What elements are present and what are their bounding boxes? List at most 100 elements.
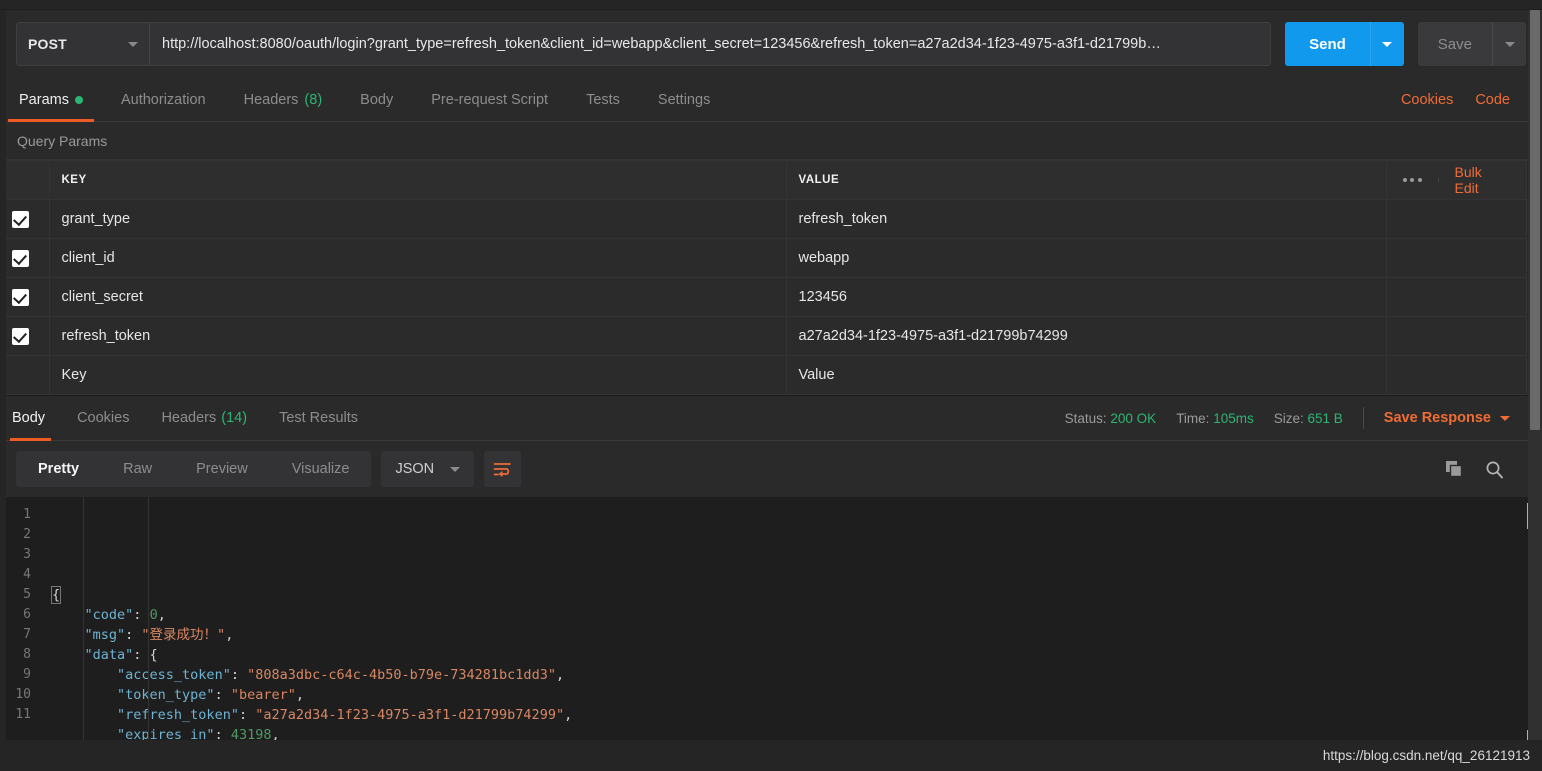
tab-body-label: Body	[360, 91, 394, 108]
checkbox-checked-icon[interactable]	[12, 288, 29, 306]
row-checkbox-cell[interactable]	[0, 277, 50, 317]
send-button-group: Send	[1285, 22, 1404, 66]
tab-authorization[interactable]: Authorization	[102, 78, 225, 122]
code-token: "bearer"	[230, 687, 296, 703]
code-link[interactable]: Code	[1475, 92, 1510, 108]
wrap-lines-button[interactable]	[484, 451, 522, 487]
checkbox-checked-icon[interactable]	[12, 249, 29, 267]
response-tab-test-results[interactable]: Test Results	[263, 395, 374, 441]
save-options-button[interactable]	[1492, 22, 1526, 66]
response-tab-body-label: Body	[12, 410, 46, 426]
params-modified-dot-icon	[74, 95, 83, 104]
table-header-row: KEY VALUE Bulk Edit	[0, 160, 1527, 200]
param-key[interactable]: client_secret	[49, 277, 787, 317]
status-value: 200 OK	[1110, 410, 1157, 426]
row-actions	[1386, 277, 1527, 317]
row-checkbox-cell[interactable]	[0, 238, 50, 278]
row-actions	[1386, 316, 1527, 356]
size-value: 651 B	[1307, 410, 1343, 426]
tab-headers[interactable]: Headers (8)	[225, 78, 342, 122]
window-scrollbar-thumb[interactable]	[1530, 10, 1540, 430]
view-mode-preview[interactable]: Preview	[174, 451, 270, 487]
cookies-link[interactable]: Cookies	[1401, 92, 1453, 108]
time-badge: Time: 105ms	[1176, 411, 1254, 426]
code-token: "access_token"	[117, 667, 231, 683]
checkbox-checked-icon[interactable]	[12, 327, 29, 345]
save-button[interactable]: Save	[1417, 22, 1492, 66]
send-button[interactable]: Send	[1285, 22, 1370, 66]
table-row: grant_type refresh_token	[0, 199, 1527, 239]
view-mode-pretty[interactable]: Pretty	[16, 451, 101, 487]
window-scrollbar[interactable]	[1528, 10, 1542, 740]
request-url-bar: POST http://localhost:8080/oauth/login?g…	[0, 10, 1542, 78]
row-checkbox-cell-empty[interactable]	[0, 355, 50, 395]
tab-params-label: Params	[19, 91, 69, 108]
editor-code-content[interactable]: { "code": 0, "msg": "登录成功！", "data": { "…	[40, 497, 1542, 750]
save-response-button[interactable]: Save Response	[1384, 410, 1532, 426]
view-mode-segmented-control: Pretty Raw Preview Visualize	[16, 451, 372, 487]
ellipsis-icon[interactable]	[1387, 178, 1439, 182]
search-icon[interactable]	[1485, 460, 1504, 479]
new-param-value-input[interactable]: Value	[786, 355, 1387, 395]
send-options-button[interactable]	[1369, 22, 1404, 66]
response-tab-headers[interactable]: Headers (14)	[145, 395, 263, 441]
new-param-key-input[interactable]: Key	[49, 355, 787, 395]
tab-params[interactable]: Params	[0, 78, 102, 122]
tab-body[interactable]: Body	[341, 78, 412, 122]
tab-authorization-label: Authorization	[120, 91, 206, 108]
checkbox-checked-icon[interactable]	[12, 210, 29, 228]
code-token: :	[230, 667, 248, 683]
param-key[interactable]: grant_type	[49, 199, 787, 239]
response-tab-headers-label: Headers	[161, 410, 217, 426]
request-tab-bar: Params Authorization Headers (8) Body Pr…	[0, 78, 1542, 122]
size-label: Size:	[1273, 410, 1304, 426]
code-token: "808a3dbc-c64c-4b50-b79e-734281bc1dd3"	[247, 667, 556, 683]
view-mode-visualize[interactable]: Visualize	[270, 451, 372, 487]
table-row: refresh_token a27a2d34-1f23-4975-a3f1-d2…	[0, 316, 1527, 356]
view-mode-raw[interactable]: Raw	[101, 451, 174, 487]
response-format-select[interactable]: JSON	[381, 451, 475, 487]
tab-pre-request-script[interactable]: Pre-request Script	[412, 78, 567, 122]
param-key[interactable]: refresh_token	[49, 316, 787, 356]
code-token: "token_type"	[117, 687, 215, 703]
param-value[interactable]: 123456	[786, 277, 1387, 317]
code-line: "code": 0,	[52, 605, 1542, 625]
param-value[interactable]: refresh_token	[786, 199, 1387, 239]
copy-icon[interactable]	[1445, 460, 1463, 478]
status-label: Status:	[1064, 410, 1107, 426]
code-line: {	[50, 585, 1542, 605]
code-token: ,	[564, 707, 573, 723]
wrap-text-icon	[493, 462, 512, 477]
param-value[interactable]: webapp	[786, 238, 1387, 278]
window-left-edge	[0, 10, 6, 740]
select-all-column[interactable]	[0, 160, 50, 200]
query-params-title: Query Params	[0, 122, 1542, 160]
row-actions	[1386, 199, 1527, 239]
response-tab-cookies[interactable]: Cookies	[61, 395, 145, 441]
code-token: {	[50, 586, 62, 604]
code-line: "token_type": "bearer",	[52, 685, 1542, 705]
tab-headers-label: Headers	[243, 91, 299, 108]
bulk-edit-button[interactable]: Bulk Edit	[1439, 164, 1510, 196]
row-checkbox-cell[interactable]	[0, 316, 50, 356]
response-body-editor[interactable]: 1 2 3 4 5 6 7 8 9 10 11 { "code": 0, "msg": "登录成功！…	[0, 497, 1542, 750]
tab-tests[interactable]: Tests	[567, 78, 639, 122]
param-key[interactable]: client_id	[49, 238, 787, 278]
request-tab-bar-links: Cookies Code	[1401, 92, 1526, 108]
response-tab-bar: Body Cookies Headers (14) Test Results S…	[0, 395, 1542, 441]
response-tab-body[interactable]: Body	[0, 395, 61, 441]
row-checkbox-cell[interactable]	[0, 199, 50, 239]
tab-settings[interactable]: Settings	[639, 78, 729, 122]
request-url-input[interactable]: http://localhost:8080/oauth/login?grant_…	[149, 22, 1272, 66]
code-token: :	[125, 627, 142, 643]
window-top-strip	[0, 0, 1542, 10]
http-method-select[interactable]: POST	[16, 22, 149, 66]
table-actions-cell: Bulk Edit	[1386, 160, 1527, 200]
code-token: "data"	[84, 647, 134, 663]
code-token: ,	[157, 607, 166, 623]
param-value[interactable]: a27a2d34-1f23-4975-a3f1-d21799b74299	[786, 316, 1387, 356]
